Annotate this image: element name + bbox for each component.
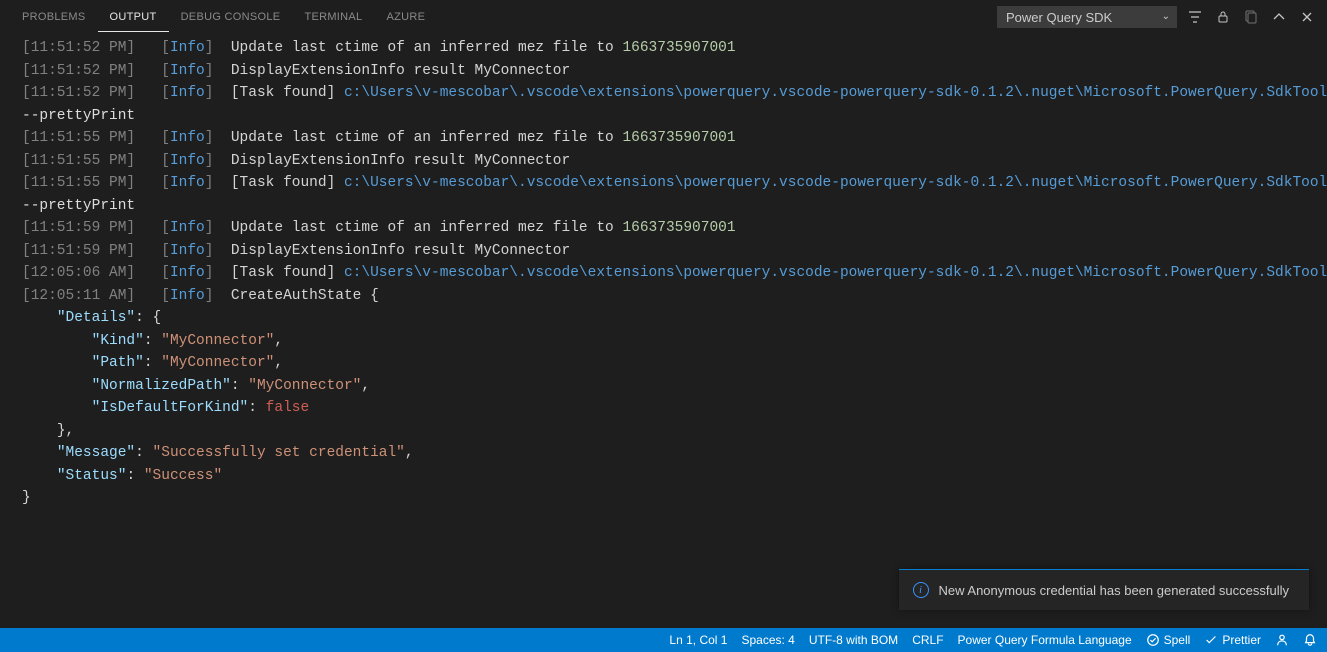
status-spaces[interactable]: Spaces: 4 [741, 633, 794, 647]
output-channel-select[interactable]: Power Query SDK ⌄ [997, 6, 1177, 28]
output-channel-label: Power Query SDK [1006, 10, 1112, 25]
log-level: Info [170, 243, 205, 259]
lock-icon[interactable] [1213, 7, 1233, 27]
status-prettier[interactable]: Prettier [1204, 633, 1261, 647]
log-msg: DisplayExtensionInfo result MyConnector [231, 153, 570, 169]
log-level: Info [170, 63, 205, 79]
log-task: [Task found] [231, 265, 335, 281]
filter-icon[interactable] [1185, 7, 1205, 27]
status-feedback-icon[interactable] [1275, 633, 1289, 647]
collapse-panel-icon[interactable] [1269, 7, 1289, 27]
log-msg: Update last ctime of an inferred mez fil… [231, 40, 623, 56]
info-icon: i [913, 582, 929, 598]
status-spell[interactable]: Spell [1146, 633, 1191, 647]
json-val: "MyConnector" [161, 333, 274, 349]
log-task: [Task found] [231, 175, 335, 191]
log-time: [11:51:59 PM] [22, 220, 135, 236]
log-msg: Update last ctime of an inferred mez fil… [231, 220, 623, 236]
json-key: "Status" [57, 468, 127, 484]
spell-icon [1146, 633, 1160, 647]
log-msg: DisplayExtensionInfo result MyConnector [231, 243, 570, 259]
json-key: "NormalizedPath" [92, 378, 231, 394]
json-val: false [266, 400, 310, 416]
log-flag: --prettyPrint [22, 108, 135, 124]
json-key: "IsDefaultForKind" [92, 400, 249, 416]
check-icon [1204, 633, 1218, 647]
log-level: Info [170, 220, 205, 236]
log-path: c:\Users\v-mescobar\.vscode\extensions\p… [344, 175, 1327, 191]
output-log[interactable]: [11:51:52 PM] [Info] Update last ctime o… [0, 35, 1327, 625]
json-val: "MyConnector" [248, 378, 361, 394]
status-encoding[interactable]: UTF-8 with BOM [809, 633, 898, 647]
log-msg: CreateAuthState { [231, 288, 379, 304]
log-level: Info [170, 40, 205, 56]
status-eol[interactable]: CRLF [912, 633, 943, 647]
json-end: } [22, 490, 31, 506]
log-time: [11:51:55 PM] [22, 130, 135, 146]
log-level: Info [170, 265, 205, 281]
tab-problems[interactable]: PROBLEMS [10, 3, 98, 32]
status-ln-col[interactable]: Ln 1, Col 1 [669, 633, 727, 647]
toast-message: New Anonymous credential has been genera… [939, 583, 1290, 598]
status-language[interactable]: Power Query Formula Language [958, 633, 1132, 647]
json-key: "Details" [57, 310, 135, 326]
json-brace: : { [135, 310, 161, 326]
log-msg: DisplayExtensionInfo result MyConnector [231, 63, 570, 79]
tab-output[interactable]: OUTPUT [98, 3, 169, 32]
log-msg: Update last ctime of an inferred mez fil… [231, 130, 623, 146]
log-level: Info [170, 175, 205, 191]
log-path: c:\Users\v-mescobar\.vscode\extensions\p… [344, 265, 1327, 281]
log-level: Info [170, 153, 205, 169]
status-bar: Ln 1, Col 1 Spaces: 4 UTF-8 with BOM CRL… [0, 628, 1327, 652]
status-prettier-label: Prettier [1222, 633, 1261, 647]
json-val: "Successfully set credential" [153, 445, 405, 461]
tab-terminal[interactable]: TERMINAL [292, 3, 374, 32]
json-key: "Kind" [92, 333, 144, 349]
log-level: Info [170, 85, 205, 101]
log-time: [11:51:55 PM] [22, 153, 135, 169]
status-spell-label: Spell [1164, 633, 1191, 647]
json-val: "Success" [144, 468, 222, 484]
bell-icon [1303, 633, 1317, 647]
log-time: [11:51:59 PM] [22, 243, 135, 259]
log-path: c:\Users\v-mescobar\.vscode\extensions\p… [344, 85, 1327, 101]
panel-tabs: PROBLEMS OUTPUT DEBUG CONSOLE TERMINAL A… [10, 3, 437, 32]
json-val: "MyConnector" [161, 355, 274, 371]
log-task: [Task found] [231, 85, 335, 101]
log-time: [11:51:52 PM] [22, 63, 135, 79]
log-num: 1663735907001 [622, 40, 735, 56]
log-level: Info [170, 288, 205, 304]
json-brace: }, [57, 423, 74, 439]
log-time: [12:05:06 AM] [22, 265, 135, 281]
person-icon [1275, 633, 1289, 647]
log-level: Info [170, 130, 205, 146]
tab-azure[interactable]: AZURE [374, 3, 437, 32]
panel-actions: Power Query SDK ⌄ [997, 6, 1317, 28]
status-bell-icon[interactable] [1303, 633, 1317, 647]
log-flag: --prettyPrint [22, 198, 135, 214]
tab-debug-console[interactable]: DEBUG CONSOLE [169, 3, 293, 32]
json-key: "Message" [57, 445, 135, 461]
close-panel-icon[interactable] [1297, 7, 1317, 27]
panel-header: PROBLEMS OUTPUT DEBUG CONSOLE TERMINAL A… [0, 0, 1327, 35]
log-num: 1663735907001 [622, 220, 735, 236]
clear-output-icon[interactable] [1241, 7, 1261, 27]
log-time: [12:05:11 AM] [22, 288, 135, 304]
json-key: "Path" [92, 355, 144, 371]
log-time: [11:51:52 PM] [22, 85, 135, 101]
chevron-down-icon: ⌄ [1162, 11, 1170, 22]
log-time: [11:51:52 PM] [22, 40, 135, 56]
log-time: [11:51:55 PM] [22, 175, 135, 191]
notification-toast[interactable]: i New Anonymous credential has been gene… [899, 569, 1310, 610]
log-num: 1663735907001 [622, 130, 735, 146]
